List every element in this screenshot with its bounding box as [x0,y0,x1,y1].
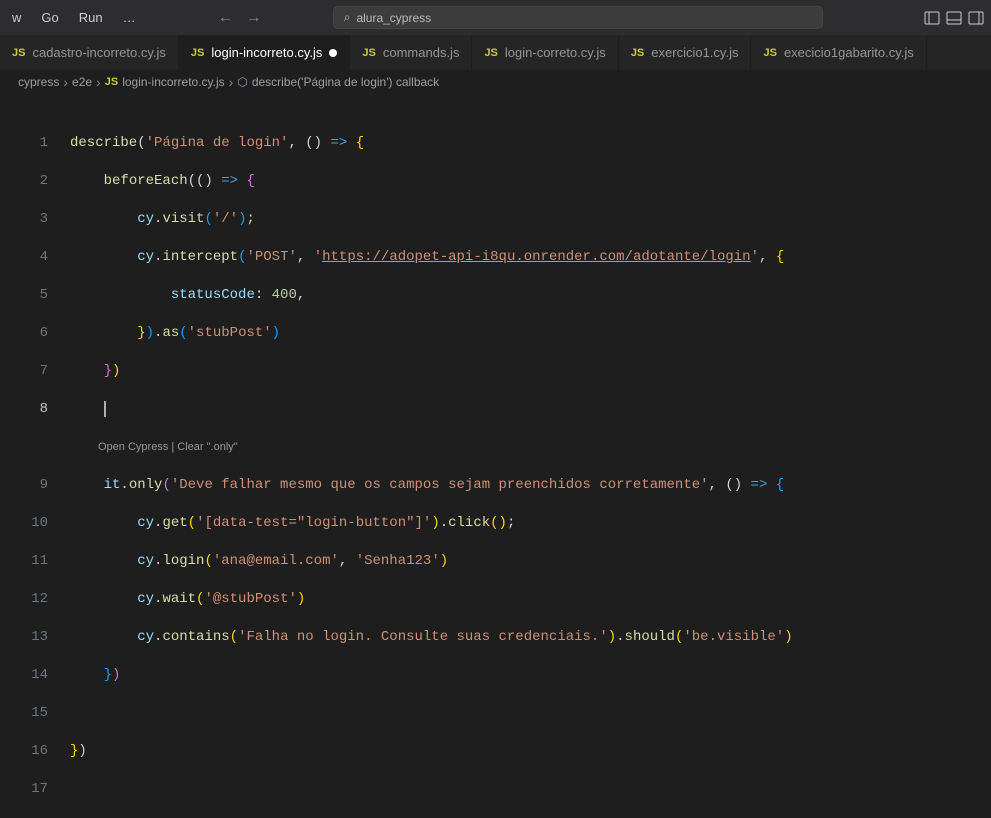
tab-login-incorreto[interactable]: JSlogin-incorreto.cy.js [179,35,351,70]
method-icon: ⬡ [237,75,247,89]
search-icon: ⌕ [344,10,351,25]
nav-forward-icon[interactable]: → [246,9,262,27]
js-file-icon: JS [12,47,25,59]
js-file-icon: JS [362,47,375,59]
nav-back-icon[interactable]: ← [218,9,234,27]
tab-execicio1gabarito[interactable]: JSexecicio1gabarito.cy.js [751,35,926,70]
tab-exercicio1[interactable]: JSexercicio1.cy.js [619,35,752,70]
tab-commands[interactable]: JScommands.js [350,35,472,70]
search-input[interactable]: ⌕ alura_cypress [333,6,823,29]
unsaved-dot-icon [329,49,337,57]
title-bar: w Go Run … ← → ⌕ alura_cypress [0,0,991,35]
breadcrumb[interactable]: cypress› e2e› JSlogin-incorreto.cy.js› ⬡… [0,70,991,94]
lightbulb-icon[interactable]: 💡 [0,207,1,226]
search-value: alura_cypress [356,11,431,25]
js-file-icon: JS [763,47,776,59]
menu-run[interactable]: Run [71,6,111,29]
layout-panel-bottom-icon[interactable] [943,10,965,26]
tab-cadastro-incorreto[interactable]: JScadastro-incorreto.cy.js [0,35,179,70]
chevron-right-icon: › [96,74,101,90]
tab-login-correto[interactable]: JSlogin-correto.cy.js [472,35,618,70]
editor-tabs: JScadastro-incorreto.cy.js JSlogin-incor… [0,35,991,70]
layout-panel-right-icon[interactable] [965,10,987,26]
chevron-right-icon: › [229,74,234,90]
code-editor[interactable]: 💡 1describe('Página de login', () => { 2… [0,94,991,554]
layout-panel-left-icon[interactable] [921,10,943,26]
js-file-icon: JS [191,47,204,59]
js-file-icon: JS [631,47,644,59]
chevron-right-icon: › [63,74,68,90]
codelens-link[interactable]: Open Cypress | Clear ".only" [98,438,238,457]
menu-more[interactable]: … [115,6,144,29]
js-file-icon: JS [484,47,497,59]
js-file-icon: JS [105,76,118,88]
menu-go[interactable]: Go [33,6,66,29]
menu-view[interactable]: w [4,6,29,29]
